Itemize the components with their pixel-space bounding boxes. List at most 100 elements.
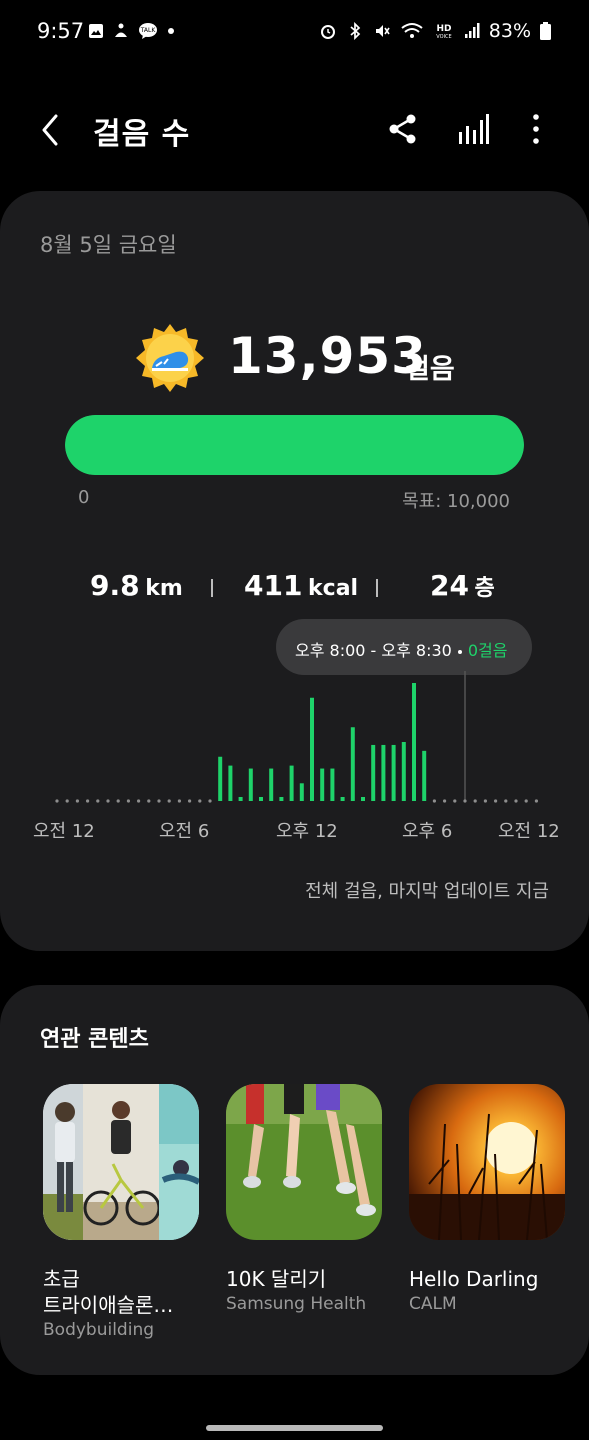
related-item-title: Hello Darling — [409, 1267, 539, 1291]
chart-tooltip: 오후 8:00 - 오후 8:30 0걸음 — [276, 619, 532, 675]
related-item-10k-run[interactable]: 10K 달리기 Samsung Health — [226, 1084, 382, 1314]
chart-empty-dot — [137, 799, 141, 803]
goal-progress-bar — [65, 415, 524, 475]
wifi-icon — [401, 23, 423, 38]
chart-bar[interactable] — [350, 727, 355, 801]
chart-bar[interactable] — [381, 744, 386, 801]
signal-icon — [464, 23, 480, 38]
floors-stat: 24 층 — [430, 569, 495, 602]
chart-empty-dot — [504, 799, 508, 803]
chart-bar[interactable] — [289, 765, 294, 801]
chart-bar[interactable] — [310, 697, 314, 801]
related-item-subtitle: CALM — [409, 1294, 457, 1314]
chart-empty-dot — [432, 799, 436, 803]
accessibility-icon — [115, 23, 127, 37]
hourly-steps-chart[interactable] — [40, 671, 550, 811]
chart-empty-dot — [198, 799, 202, 803]
update-note: 전체 걸음, 마지막 업데이트 지금 — [305, 881, 549, 902]
chart-empty-dot — [524, 799, 528, 803]
triathlon-thumbnail — [43, 1084, 201, 1240]
floors-unit: 층 — [474, 576, 495, 601]
notification-icons: TALK — [88, 22, 176, 40]
x-axis-label: 오전 12 — [33, 821, 95, 842]
calories-unit: kcal — [308, 576, 359, 601]
chart-bar[interactable] — [422, 750, 427, 801]
chart-empty-dot — [86, 799, 90, 803]
chart-bar[interactable] — [248, 768, 253, 801]
stat-divider — [376, 579, 378, 597]
tooltip-separator — [457, 649, 462, 654]
floors-value: 24 — [430, 569, 469, 602]
distance-unit: km — [145, 576, 183, 601]
chart-empty-dot — [443, 799, 447, 803]
chart-empty-dot — [453, 799, 457, 803]
x-axis-label: 오전 12 — [498, 821, 560, 842]
back-icon[interactable] — [34, 110, 68, 150]
chart-bar[interactable] — [228, 765, 233, 801]
chart-empty-dot — [147, 799, 151, 803]
related-item-subtitle: Samsung Health — [226, 1294, 367, 1314]
distance-value: 9.8 — [90, 569, 140, 602]
chart-empty-dot — [167, 799, 171, 803]
battery-percent: 83% — [488, 20, 531, 42]
home-indicator[interactable] — [206, 1425, 383, 1431]
chart-bar[interactable] — [238, 797, 243, 801]
x-axis-label: 오후 6 — [402, 821, 453, 842]
chart-empty-dot — [75, 799, 79, 803]
tooltip-time-range: 오후 8:00 - 오후 8:30 — [295, 641, 452, 660]
chart-empty-dot — [106, 799, 110, 803]
related-item-title: 10K 달리기 — [226, 1267, 327, 1291]
chart-bar[interactable] — [340, 797, 345, 801]
system-icons: HD VOICE 83% — [319, 20, 551, 42]
progress-goal-label: 목표: 10,000 — [402, 491, 510, 512]
sunset-thumbnail — [409, 1084, 565, 1241]
chart-bar[interactable] — [401, 742, 406, 801]
x-axis-label: 오전 6 — [159, 821, 210, 842]
chart-bar[interactable] — [330, 768, 335, 801]
svg-text:HD: HD — [436, 24, 451, 34]
achievement-badge-icon — [136, 324, 204, 392]
mute-icon — [375, 25, 390, 37]
steps-summary-card: 8월 5일 금요일 13,953 걸음 0 목표: 10,000 9.8 km … — [0, 191, 589, 951]
chart-empty-dot — [483, 799, 487, 803]
share-icon[interactable] — [386, 112, 420, 146]
dot-icon — [168, 28, 174, 34]
chart-bar[interactable] — [218, 756, 223, 801]
chart-bar[interactable] — [391, 744, 396, 801]
tooltip-steps: 0걸음 — [467, 641, 508, 660]
hd-voice-icon: HDVOICE — [436, 24, 451, 40]
svg-text:VOICE: VOICE — [436, 34, 451, 40]
chart-bar[interactable] — [269, 768, 274, 801]
more-vert-icon[interactable] — [524, 112, 548, 146]
bluetooth-icon — [350, 22, 361, 40]
chart-empty-dot — [514, 799, 518, 803]
chart-bar[interactable] — [299, 783, 304, 801]
chart-bar[interactable] — [320, 768, 325, 801]
chart-empty-dot — [463, 799, 467, 803]
chart-bar[interactable] — [361, 797, 365, 801]
chart-bar[interactable] — [259, 797, 263, 801]
chart-empty-dot — [55, 799, 59, 803]
chart-empty-dot — [65, 799, 69, 803]
status-bar: 9:57 TALK HD VOICE 83% — [0, 0, 589, 64]
battery-icon — [540, 22, 551, 40]
chart-empty-dot — [96, 799, 100, 803]
stat-divider — [211, 579, 213, 597]
chart-empty-dot — [157, 799, 161, 803]
svg-text:TALK: TALK — [140, 27, 157, 34]
step-unit: 걸음 — [405, 354, 455, 385]
related-item-triathlon[interactable]: 초급 트라이애슬론… Bodybuilding — [43, 1084, 201, 1340]
chart-bar[interactable] — [279, 797, 284, 801]
chart-empty-dot — [208, 799, 212, 803]
alarm-icon — [320, 25, 335, 39]
chart-bar[interactable] — [412, 683, 416, 801]
progress-min-label: 0 — [78, 487, 90, 508]
chart-empty-dot — [116, 799, 120, 803]
calories-value: 411 — [244, 569, 303, 602]
step-count: 13,953 — [228, 327, 427, 385]
related-item-hello-darling[interactable]: Hello Darling CALM — [409, 1084, 565, 1314]
bar-chart-icon[interactable] — [456, 112, 490, 146]
calories-stat: 411 kcal — [244, 569, 358, 602]
chart-bar[interactable] — [371, 744, 376, 801]
date-label[interactable]: 8월 5일 금요일 — [40, 229, 177, 259]
